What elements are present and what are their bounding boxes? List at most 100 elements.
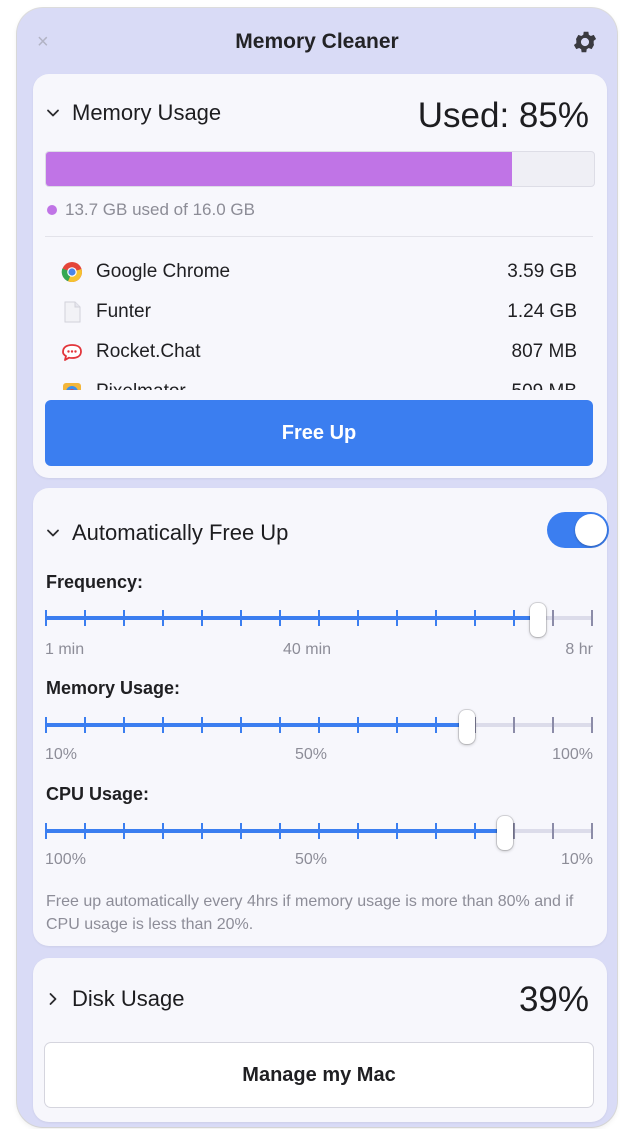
- memory-app-list[interactable]: Google Chrome 3.59 GB Funter 1.24 GB Roc…: [45, 240, 593, 390]
- slider-tick: [396, 823, 398, 839]
- frequency-slider[interactable]: [45, 603, 593, 637]
- app-row[interactable]: Google Chrome 3.59 GB: [45, 252, 593, 292]
- gear-icon[interactable]: [571, 28, 599, 56]
- manage-my-mac-button[interactable]: Manage my Mac: [45, 1043, 593, 1107]
- slider-tick: [201, 610, 203, 626]
- memory-usage-bar: [45, 151, 595, 187]
- disk-usage-card: Disk Usage 39% Manage my Mac: [33, 958, 607, 1122]
- app-row[interactable]: Funter 1.24 GB: [45, 292, 593, 332]
- cpu-usage-slider-label: CPU Usage:: [46, 784, 150, 804]
- pixelmator-icon: [63, 383, 81, 390]
- slider-tick: [45, 717, 47, 733]
- slider-tick: [435, 823, 437, 839]
- toggle-knob: [575, 514, 607, 546]
- disk-usage-title: Disk Usage: [72, 986, 185, 1011]
- slider-tick: [513, 610, 515, 626]
- app-name: Google Chrome: [96, 261, 231, 282]
- app-size: 3.59 GB: [507, 261, 577, 282]
- slider-tick: [552, 823, 554, 839]
- scale-max: 100%: [552, 746, 593, 763]
- app-row[interactable]: Rocket.Chat 807 MB: [45, 332, 593, 372]
- slider-tick: [201, 717, 203, 733]
- slider-tick: [84, 717, 86, 733]
- titlebar: × Memory Cleaner: [17, 8, 617, 72]
- slider-tick: [123, 717, 125, 733]
- slider-thumb[interactable]: [497, 816, 514, 850]
- scale-min: 10%: [45, 746, 78, 763]
- memory-cleaner-window: × Memory Cleaner Memory Usage Used: 85% …: [17, 8, 617, 1127]
- auto-free-up-toggle[interactable]: [547, 512, 609, 548]
- cpu-usage-slider[interactable]: [45, 816, 593, 850]
- frequency-label: Frequency:: [46, 572, 144, 592]
- slider-thumb[interactable]: [458, 710, 475, 744]
- disk-usage-percent: 39%: [518, 980, 589, 1019]
- slider-tick: [318, 717, 320, 733]
- slider-tick: [123, 610, 125, 626]
- memory-used-percent: Used: 85%: [417, 96, 589, 135]
- scale-max: 8 hr: [565, 641, 593, 658]
- slider-tick: [84, 610, 86, 626]
- scale-mid: 40 min: [283, 641, 332, 658]
- app-row[interactable]: Pixelmator 509 MB: [45, 372, 593, 390]
- app-name: Rocket.Chat: [96, 341, 201, 362]
- slider-tick: [357, 823, 359, 839]
- memory-usage-title: Memory Usage: [72, 100, 222, 125]
- slider-tick: [357, 717, 359, 733]
- window-title: Memory Cleaner: [235, 30, 399, 53]
- memory-usage-slider-label: Memory Usage:: [46, 678, 181, 698]
- auto-free-up-header[interactable]: Automatically Free Up: [45, 520, 288, 546]
- legend-dot: [47, 205, 57, 215]
- scale-min: 100%: [45, 851, 86, 868]
- scale-mid: 50%: [295, 746, 328, 763]
- slider-tick: [162, 610, 164, 626]
- memory-usage-header[interactable]: Memory Usage: [45, 100, 221, 126]
- slider-tick: [552, 717, 554, 733]
- chevron-right-icon: [49, 993, 57, 1005]
- slider-tick: [591, 823, 593, 839]
- slider-tick: [357, 610, 359, 626]
- scale-mid: 50%: [295, 851, 328, 868]
- divider: [45, 236, 593, 237]
- scale-min: 1 min: [45, 641, 85, 658]
- auto-free-up-note: Free up automatically every 4hrs if memo…: [46, 893, 574, 933]
- app-size: 1.24 GB: [507, 301, 577, 322]
- slider-tick: [552, 610, 554, 626]
- slider-fill: [45, 723, 467, 727]
- slider-tick: [84, 823, 86, 839]
- slider-tick: [435, 610, 437, 626]
- slider-tick: [591, 610, 593, 626]
- slider-tick: [240, 610, 242, 626]
- app-name: Pixelmator: [96, 381, 186, 390]
- slider-tick: [279, 610, 281, 626]
- disk-usage-header[interactable]: Disk Usage: [45, 986, 184, 1012]
- chevron-down-icon: [47, 529, 59, 537]
- auto-free-up-title: Automatically Free Up: [72, 520, 289, 545]
- slider-tick: [240, 823, 242, 839]
- memory-legend-text: 13.7 GB used of 16.0 GB: [65, 200, 255, 219]
- slider-thumb[interactable]: [530, 603, 547, 637]
- slider-tick: [396, 610, 398, 626]
- slider-tick: [201, 823, 203, 839]
- memory-usage-card: Memory Usage Used: 85% 13.7 GB used of 1…: [33, 74, 607, 478]
- slider-tick: [591, 717, 593, 733]
- slider-tick: [123, 823, 125, 839]
- app-size: 509 MB: [512, 381, 577, 390]
- slider-tick: [513, 823, 515, 839]
- slider-tick: [513, 717, 515, 733]
- slider-tick: [396, 717, 398, 733]
- slider-tick: [474, 823, 476, 839]
- app-name: Funter: [96, 301, 151, 322]
- memory-legend: 13.7 GB used of 16.0 GB: [47, 200, 255, 220]
- slider-tick: [279, 823, 281, 839]
- slider-fill: [45, 616, 539, 620]
- free-up-button[interactable]: Free Up: [45, 400, 593, 466]
- slider-tick: [318, 823, 320, 839]
- scale-max: 10%: [560, 851, 593, 868]
- memory-usage-slider[interactable]: [45, 710, 593, 744]
- document-icon: [64, 301, 81, 323]
- slider-tick: [240, 717, 242, 733]
- slider-tick: [474, 610, 476, 626]
- rocket-chat-icon: [62, 344, 82, 361]
- slider-tick: [279, 717, 281, 733]
- slider-tick: [45, 610, 47, 626]
